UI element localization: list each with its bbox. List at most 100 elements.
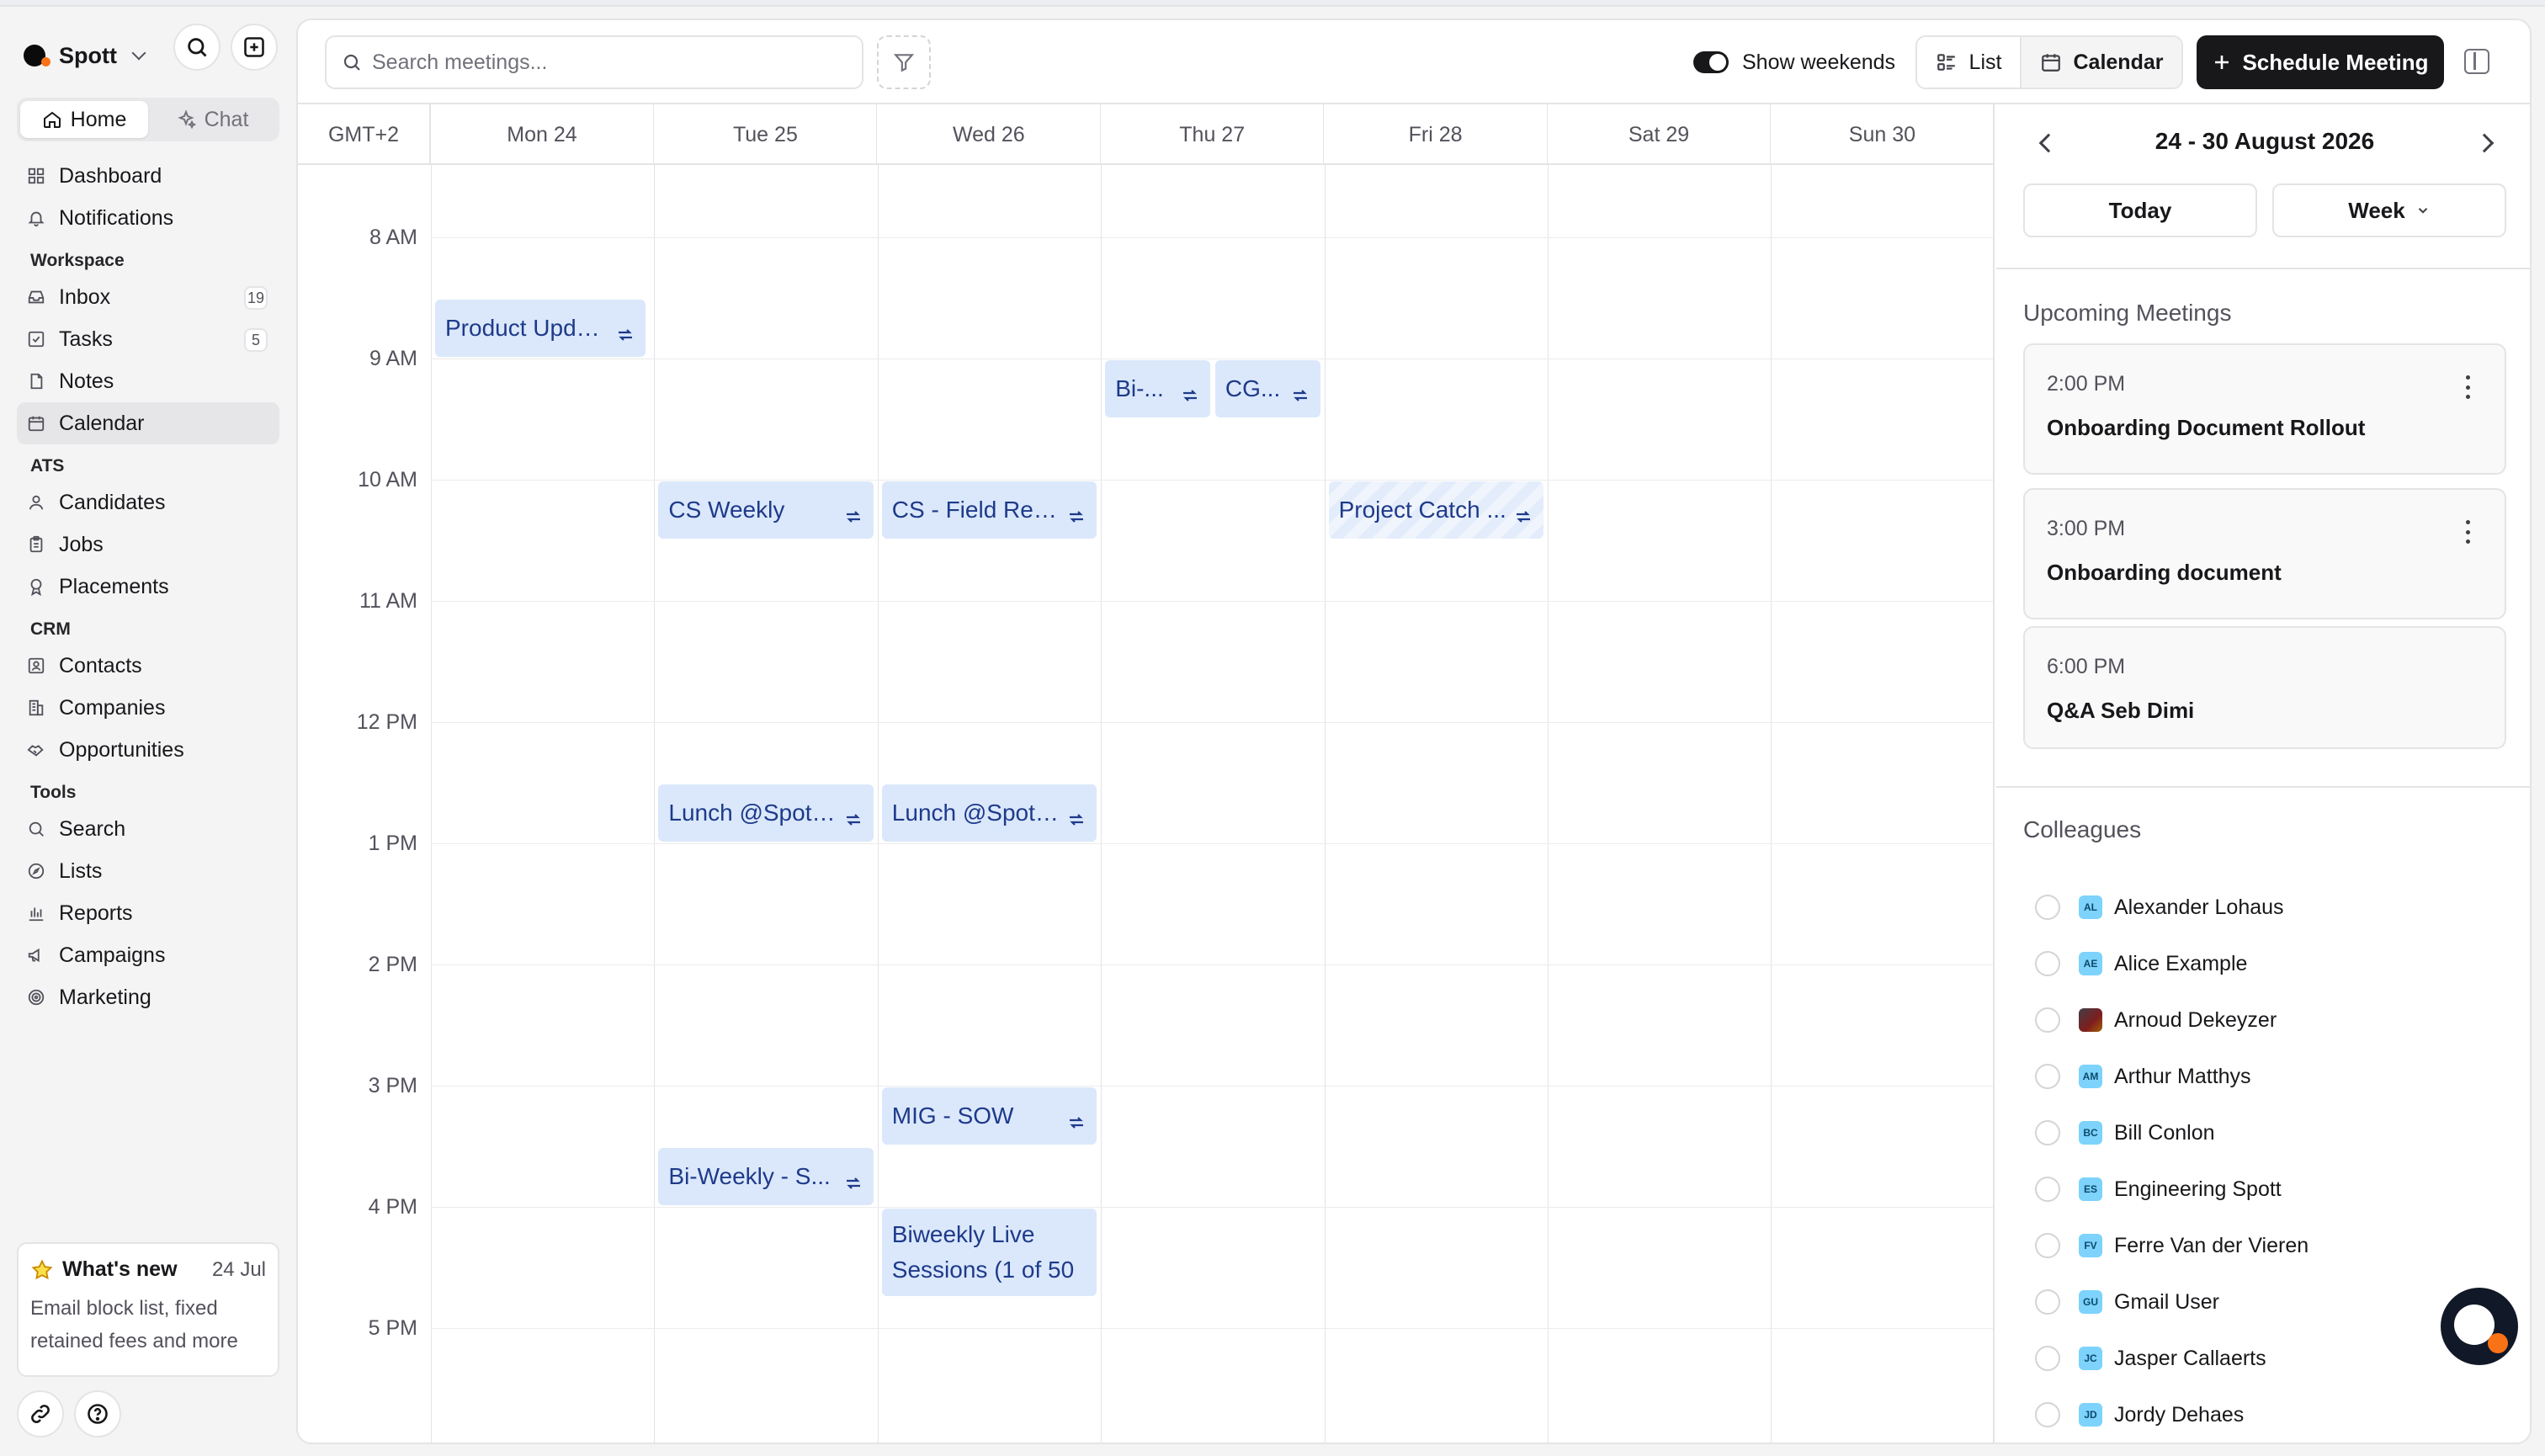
colleague-radio[interactable] xyxy=(2035,1289,2060,1315)
sidebar-item-companies[interactable]: Companies xyxy=(17,687,279,729)
sidebar-item-tasks[interactable]: Tasks 5 xyxy=(17,318,279,360)
colleague-name: Ferre Van der Vieren xyxy=(2114,1233,2309,1257)
avatar: ES xyxy=(2079,1177,2102,1201)
plus-icon xyxy=(2215,56,2229,69)
day-header[interactable]: Fri 28 xyxy=(1325,104,1548,165)
help-button[interactable] xyxy=(74,1390,121,1437)
sidebar-item-search[interactable]: Search xyxy=(17,808,279,850)
meeting-search[interactable] xyxy=(325,35,863,89)
sidebar-item-jobs[interactable]: Jobs xyxy=(17,523,279,566)
sidebar-item-contacts[interactable]: Contacts xyxy=(17,645,279,687)
view-calendar-label: Calendar xyxy=(2073,50,2164,74)
colleague-row[interactable]: JC Jasper Callaerts xyxy=(2035,1342,2266,1375)
day-header[interactable]: Sun 30 xyxy=(1771,104,1993,165)
sidebar-item-notes[interactable]: Notes xyxy=(17,360,279,402)
bell-icon xyxy=(27,209,45,227)
tab-home[interactable]: Home xyxy=(20,101,148,138)
view-list-button[interactable]: List xyxy=(1917,37,2022,88)
whats-new-card[interactable]: What's new 24 Jul Email block list, fixe… xyxy=(17,1242,279,1377)
colleague-radio[interactable] xyxy=(2035,1402,2060,1427)
show-weekends-toggle[interactable]: Show weekends xyxy=(1693,35,1895,89)
colleague-row[interactable]: AD Arnoud Dekeyzer xyxy=(2035,1003,2277,1037)
calendar-icon xyxy=(2041,54,2060,72)
chat-assistant-button[interactable] xyxy=(2441,1288,2518,1365)
colleague-radio[interactable] xyxy=(2035,1233,2060,1258)
sidebar-item-inbox[interactable]: Inbox 19 xyxy=(17,276,279,318)
sidebar-item-label: Calendar xyxy=(59,411,145,435)
today-button[interactable]: Today xyxy=(2023,183,2257,237)
bar-chart-icon xyxy=(27,904,45,922)
repeat-icon xyxy=(1066,809,1087,829)
schedule-meeting-button[interactable]: Schedule Meeting xyxy=(2197,35,2444,89)
sidebar-item-dashboard[interactable]: Dashboard xyxy=(17,155,279,197)
colleague-radio[interactable] xyxy=(2035,951,2060,976)
section-heading-crm: CRM xyxy=(30,619,71,639)
global-search-button[interactable] xyxy=(173,24,220,71)
sidebar-item-placements[interactable]: Placements xyxy=(17,566,279,608)
calendar-event[interactable]: Lunch @Spott... xyxy=(658,784,874,842)
copy-link-button[interactable] xyxy=(17,1390,64,1437)
calendar-event[interactable]: Bi-... xyxy=(1105,360,1210,418)
toggle-side-panel-icon[interactable] xyxy=(2464,49,2489,74)
colleague-row[interactable]: ES Engineering Spott xyxy=(2035,1172,2282,1206)
sidebar-item-opportunities[interactable]: Opportunities xyxy=(17,729,279,771)
day-header[interactable]: Sat 29 xyxy=(1548,104,1771,165)
sidebar-item-reports[interactable]: Reports xyxy=(17,892,279,934)
sidebar-item-calendar[interactable]: Calendar xyxy=(17,402,279,444)
sidebar-item-notifications[interactable]: Notifications xyxy=(17,197,279,239)
colleague-radio[interactable] xyxy=(2035,895,2060,920)
colleague-radio[interactable] xyxy=(2035,1346,2060,1371)
calendar-event[interactable]: CG... xyxy=(1214,360,1320,418)
workspace-switcher[interactable]: Spott xyxy=(24,32,146,79)
upcoming-meeting-card[interactable]: 3:00 PM Onboarding document xyxy=(2023,488,2506,619)
calendar-event[interactable]: Lunch @Spott... xyxy=(881,784,1097,842)
window-top-strip xyxy=(0,0,2545,7)
avatar-initials: AE xyxy=(2083,958,2098,970)
colleague-radio[interactable] xyxy=(2035,1007,2060,1033)
sidebar-item-lists[interactable]: Lists xyxy=(17,850,279,892)
colleague-row[interactable]: AM Arthur Matthys xyxy=(2035,1060,2251,1093)
colleague-row[interactable]: JD Jordy Dehaes xyxy=(2035,1398,2244,1432)
more-vertical-icon[interactable] xyxy=(2466,375,2471,399)
search-input[interactable] xyxy=(372,50,843,75)
day-header[interactable]: Thu 27 xyxy=(1101,104,1325,165)
toggle-switch[interactable] xyxy=(1693,51,1729,73)
colleague-radio[interactable] xyxy=(2035,1177,2060,1202)
person-icon xyxy=(27,493,45,512)
new-item-button[interactable] xyxy=(231,24,278,71)
sidebar-item-campaigns[interactable]: Campaigns xyxy=(17,934,279,976)
colleague-name: Jasper Callaerts xyxy=(2114,1346,2266,1370)
colleague-row[interactable]: BC Bill Conlon xyxy=(2035,1116,2215,1150)
calendar-event[interactable]: Bi-Weekly - S... xyxy=(658,1148,874,1206)
more-vertical-icon[interactable] xyxy=(2466,520,2471,544)
day-header[interactable]: Mon 24 xyxy=(431,104,654,165)
meeting-name: Onboarding Document Rollout xyxy=(2047,415,2366,440)
calendar-event[interactable]: Product Update xyxy=(435,300,646,358)
sidebar-item-label: Candidates xyxy=(59,490,166,514)
filter-button[interactable] xyxy=(877,35,931,89)
view-calendar-button[interactable]: Calendar xyxy=(2022,37,2181,88)
sidebar-item-marketing[interactable]: Marketing xyxy=(17,976,279,1018)
sidebar-item-candidates[interactable]: Candidates xyxy=(17,481,279,523)
tab-chat[interactable]: Chat xyxy=(148,101,276,138)
calendar-event[interactable]: MIG - SOW xyxy=(881,1087,1097,1145)
calendar-event[interactable]: Project Catch ... xyxy=(1328,481,1543,539)
hour-label: 1 PM xyxy=(368,832,417,856)
colleague-row[interactable]: AE Alice Example xyxy=(2035,947,2247,980)
calendar-event[interactable]: CS Weekly xyxy=(658,481,874,539)
day-header[interactable]: Tue 25 xyxy=(654,104,878,165)
day-header[interactable]: Wed 26 xyxy=(878,104,1101,165)
colleague-row[interactable]: GU Gmail User xyxy=(2035,1285,2219,1319)
range-select[interactable]: Week xyxy=(2272,183,2506,237)
upcoming-meeting-card[interactable]: 2:00 PM Onboarding Document Rollout xyxy=(2023,343,2506,475)
colleague-radio[interactable] xyxy=(2035,1120,2060,1145)
calendar-grid[interactable]: 8 AM 9 AM 10 AM 11 AM 12 PM 1 PM 2 PM 3 PM 4 PM 5… xyxy=(298,165,1993,1443)
colleague-row[interactable]: AL Alexander Lohaus xyxy=(2035,890,2284,924)
calendar-event[interactable]: CS - Field Req... xyxy=(881,481,1097,539)
note-icon xyxy=(27,372,45,391)
calendar-event[interactable]: Biweekly Live Sessions (1 of 50 xyxy=(881,1209,1097,1297)
avatar: AM xyxy=(2079,1065,2102,1088)
colleague-row[interactable]: FV Ferre Van der Vieren xyxy=(2035,1229,2309,1262)
upcoming-meeting-card[interactable]: 6:00 PM Q&A Seb Dimi xyxy=(2023,626,2506,749)
colleague-radio[interactable] xyxy=(2035,1064,2060,1089)
